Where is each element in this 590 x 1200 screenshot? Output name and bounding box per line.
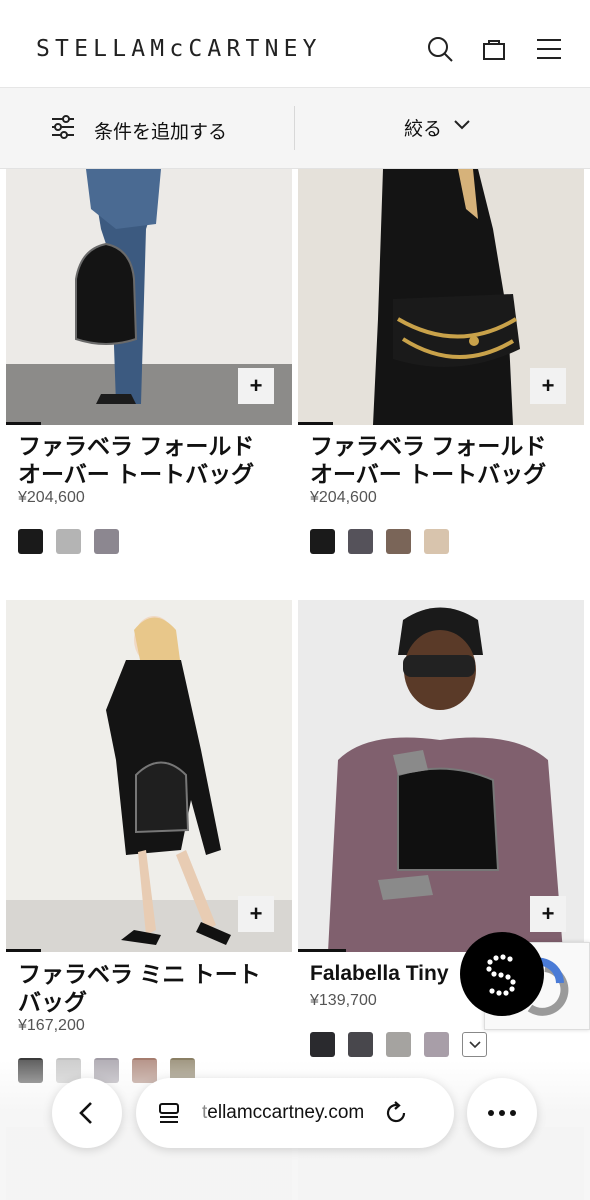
s-logo-icon: [486, 954, 516, 996]
color-swatch[interactable]: [310, 529, 335, 554]
refine-button[interactable]: 絞る: [404, 114, 472, 141]
product-title-line1: ファラベラ フォールド: [310, 433, 547, 459]
color-swatch[interactable]: [348, 529, 373, 554]
product-price: ¥204,600: [310, 489, 377, 506]
color-swatches: [18, 529, 119, 554]
back-button[interactable]: [52, 1078, 122, 1148]
filter-divider: [294, 106, 295, 150]
product-image[interactable]: +: [298, 600, 584, 952]
add-filter-label: 条件を追加する: [94, 121, 228, 143]
product-title-line2: オーバー トートバッグ: [310, 461, 547, 487]
search-icon[interactable]: [425, 34, 455, 64]
add-filter-button[interactable]: 条件を追加する: [50, 114, 227, 146]
quick-add-button[interactable]: +: [238, 896, 274, 932]
brand-logo[interactable]: STELLAMcCARTNEY: [36, 36, 322, 62]
color-swatches: [310, 1032, 487, 1057]
product-title-line2: オーバー トートバッグ: [18, 461, 255, 487]
filter-bar: 条件を追加する 絞る: [0, 88, 590, 169]
address-bar[interactable]: tellamccartney.com: [136, 1078, 454, 1148]
product-title[interactable]: ファラベラ フォールド オーバー トートバッグ: [18, 432, 288, 488]
color-swatch[interactable]: [18, 529, 43, 554]
site-header: STELLAMcCARTNEY: [0, 0, 590, 88]
product-image[interactable]: +: [298, 169, 584, 425]
browser-toolbar: tellamccartney.com: [0, 1060, 590, 1200]
color-swatch[interactable]: [386, 1032, 411, 1057]
product-image[interactable]: +: [6, 169, 292, 425]
tabs-icon[interactable]: [156, 1100, 182, 1126]
product-title-line1: ファラベラ フォールド: [18, 433, 255, 459]
image-carousel-indicator: [6, 422, 41, 425]
chat-assistant-button[interactable]: [460, 932, 544, 1016]
color-swatch[interactable]: [424, 529, 449, 554]
color-swatch[interactable]: [386, 529, 411, 554]
color-swatches: [310, 529, 449, 554]
chevron-down-icon: [452, 115, 472, 141]
url-domain: ellamccartney.com: [207, 1102, 365, 1123]
color-swatch[interactable]: [424, 1032, 449, 1057]
color-swatch[interactable]: [310, 1032, 335, 1057]
menu-icon[interactable]: [534, 34, 564, 64]
more-colors-button[interactable]: [462, 1032, 487, 1057]
more-icon: [488, 1110, 516, 1116]
image-carousel-indicator: [298, 422, 333, 425]
refine-label: 絞る: [404, 119, 443, 140]
color-swatch[interactable]: [94, 529, 119, 554]
url-text[interactable]: tellamccartney.com: [202, 1102, 364, 1124]
chevron-down-icon: [468, 1040, 481, 1048]
bag-icon[interactable]: [479, 34, 509, 64]
image-carousel-indicator: [298, 949, 346, 952]
quick-add-button[interactable]: +: [530, 896, 566, 932]
product-image[interactable]: +: [6, 600, 292, 952]
reload-icon[interactable]: [384, 1101, 408, 1125]
product-title[interactable]: ファラベラ フォールド オーバー トートバッグ: [310, 432, 580, 488]
product-title[interactable]: ファラベラ ミニ トート バッグ: [18, 960, 288, 1016]
color-swatch[interactable]: [348, 1032, 373, 1057]
sliders-icon: [50, 114, 76, 146]
quick-add-button[interactable]: +: [238, 368, 274, 404]
back-arrow-icon: [79, 1102, 92, 1124]
image-carousel-indicator: [6, 949, 41, 952]
product-title-line2: バッグ: [18, 989, 87, 1015]
product-title-line1: ファラベラ ミニ トート: [18, 961, 261, 987]
color-swatch[interactable]: [56, 529, 81, 554]
product-price: ¥167,200: [18, 1017, 85, 1034]
product-price: ¥204,600: [18, 489, 85, 506]
quick-add-button[interactable]: +: [530, 368, 566, 404]
more-options-button[interactable]: [467, 1078, 537, 1148]
product-price: ¥139,700: [310, 992, 377, 1009]
